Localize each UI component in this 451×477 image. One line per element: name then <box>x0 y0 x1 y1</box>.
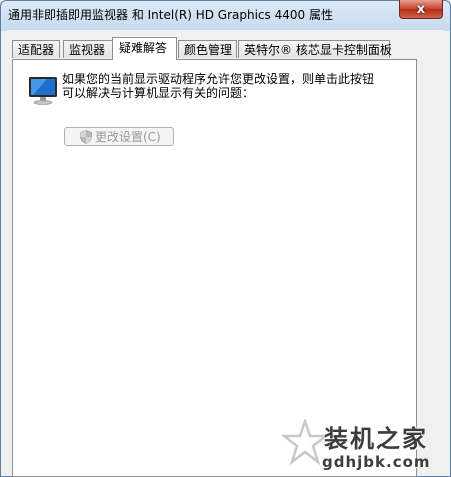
close-button[interactable]: x <box>399 0 443 19</box>
tab-intel-control-panel[interactable]: 英特尔® 核芯显卡控制面板 <box>238 40 392 58</box>
uac-shield-icon <box>80 129 92 144</box>
dialog-client-area: 适配器 监视器 疑难解答 颜色管理 英特尔® 核芯显卡控制面板 如果您的当前显示… <box>7 30 444 477</box>
tab-monitor[interactable]: 监视器 <box>63 40 114 58</box>
change-settings-label: 更改设置(C) <box>95 130 161 144</box>
close-icon: x <box>416 1 426 17</box>
troubleshoot-panel: 如果您的当前显示驱动程序允许您更改设置，则单击此按钮 可以解决与计算机显示有关的… <box>12 59 417 477</box>
description-line-1: 如果您的当前显示驱动程序允许您更改设置，则单击此按钮 <box>62 72 375 86</box>
description-text: 如果您的当前显示驱动程序允许您更改设置，则单击此按钮 可以解决与计算机显示有关的… <box>62 72 402 100</box>
title-bar[interactable]: 通用非即插即用监视器 和 Intel(R) HD Graphics 4400 属… <box>0 0 451 30</box>
tab-adapter[interactable]: 适配器 <box>12 40 60 58</box>
watermark-text: 装机之家 <box>324 425 428 453</box>
tab-color-management[interactable]: 颜色管理 <box>178 40 237 58</box>
change-settings-button[interactable]: 更改设置(C) <box>64 127 174 146</box>
window-title: 通用非即插即用监视器 和 Intel(R) HD Graphics 4400 属… <box>8 8 333 22</box>
tab-troubleshoot[interactable]: 疑难解答 <box>112 37 177 60</box>
watermark-url: gdhjbk.com <box>322 453 431 471</box>
description-line-2: 可以解决与计算机显示有关的问题： <box>62 86 255 100</box>
watermark: 装机之家 gdhjbk.com <box>274 417 446 473</box>
monitor-icon <box>29 77 57 105</box>
